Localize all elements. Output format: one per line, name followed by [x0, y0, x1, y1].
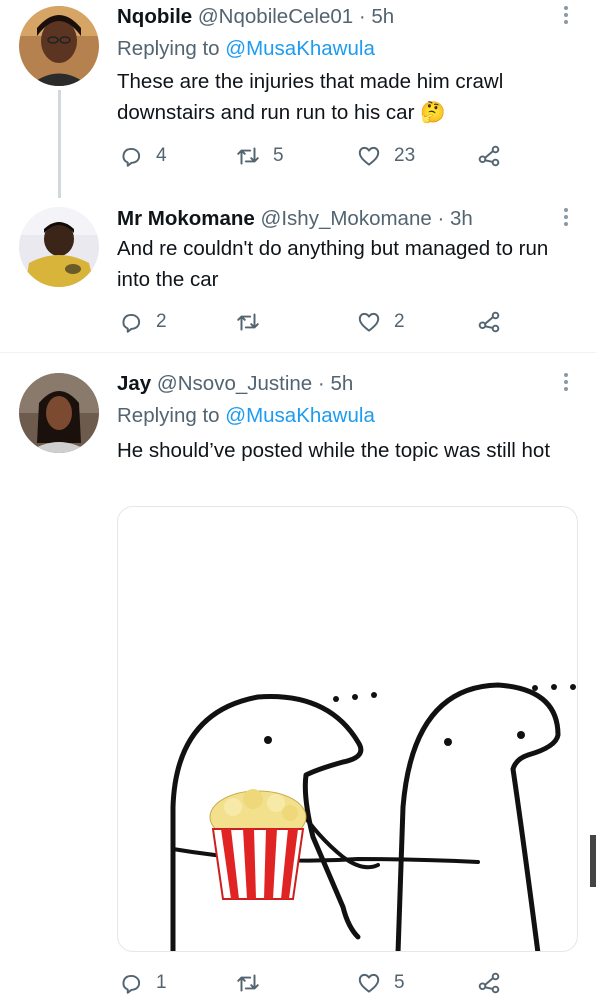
like-count: 23	[394, 145, 416, 166]
display-name[interactable]: Mr Mokomane	[117, 207, 255, 230]
scrollbar[interactable]	[590, 835, 596, 887]
share-button[interactable]	[476, 970, 502, 996]
user-handle[interactable]: @Nsovo_Justine	[157, 372, 312, 395]
reply-count: 4	[156, 145, 167, 166]
reply-button[interactable]: 4	[118, 143, 167, 169]
reply-count: 1	[156, 972, 167, 993]
reply-icon	[122, 147, 141, 167]
like-count: 2	[394, 311, 405, 332]
timestamp[interactable]: 5h	[330, 372, 353, 395]
heart-icon	[358, 146, 380, 166]
like-button[interactable]: 2	[356, 309, 405, 335]
replying-to-label: Replying to	[117, 404, 220, 427]
tweet-header: Nqobile @NqobileCele01 · 5h	[117, 5, 394, 29]
share-button[interactable]	[476, 143, 502, 169]
avatar[interactable]	[19, 6, 99, 86]
display-name[interactable]: Jay	[117, 372, 151, 395]
tweet-text: These are the injuries that made him cra…	[117, 70, 504, 124]
avatar[interactable]	[19, 207, 99, 287]
replying-to-label: Replying to	[117, 37, 220, 60]
reply-button[interactable]: 1	[118, 970, 167, 996]
retweet-icon	[237, 974, 259, 992]
tweet-text: And re couldn't do anything but managed …	[117, 237, 549, 291]
tweet-header: Jay @Nsovo_Justine · 5h	[117, 372, 353, 396]
share-icon	[478, 145, 500, 167]
timestamp[interactable]: 3h	[450, 207, 473, 230]
reply-icon	[122, 974, 141, 994]
separator-dot: ·	[437, 207, 445, 230]
tweet-mr-mokomane[interactable]: Mr Mokomane @Ishy_Mokomane · 3h And re c…	[0, 195, 596, 352]
user-handle[interactable]: @Ishy_Mokomane	[261, 207, 432, 230]
reply-count: 2	[156, 311, 167, 332]
like-count: 5	[394, 972, 405, 993]
share-icon	[478, 972, 500, 994]
like-button[interactable]: 5	[356, 970, 405, 996]
retweet-icon	[237, 313, 259, 331]
more-icon[interactable]	[559, 371, 573, 393]
share-icon	[478, 311, 500, 333]
more-icon[interactable]	[559, 4, 573, 26]
replying-to: Replying to @MusaKhawula	[117, 404, 375, 428]
tweet-header: Mr Mokomane @Ishy_Mokomane · 3h	[117, 207, 473, 231]
mention-link[interactable]: @MusaKhawula	[225, 404, 375, 427]
retweet-icon	[237, 147, 259, 165]
retweet-button[interactable]	[235, 309, 273, 335]
retweet-button[interactable]	[235, 970, 273, 996]
share-button[interactable]	[476, 309, 502, 335]
retweet-button[interactable]: 5	[235, 143, 284, 169]
more-icon[interactable]	[559, 206, 573, 228]
like-button[interactable]: 23	[356, 143, 415, 169]
heart-icon	[358, 312, 380, 332]
user-handle[interactable]: @NqobileCele01	[198, 5, 353, 28]
meme-drawing	[170, 682, 576, 951]
thread-line	[58, 90, 61, 198]
retweet-count: 5	[273, 145, 284, 166]
heart-icon	[358, 973, 380, 993]
separator-dot: ·	[317, 372, 325, 395]
separator-dot: ·	[358, 5, 366, 28]
popcorn-icon	[209, 789, 307, 900]
reply-icon	[122, 313, 141, 333]
tweet-media-image[interactable]	[117, 506, 578, 952]
tweet-text: He should’ve posted while the topic was …	[117, 439, 551, 462]
tweet-nqobile[interactable]: Nqobile @NqobileCele01 · 5h Replying to …	[0, 0, 596, 198]
reply-button[interactable]: 2	[118, 309, 167, 335]
replying-to: Replying to @MusaKhawula	[117, 37, 375, 61]
display-name[interactable]: Nqobile	[117, 5, 192, 28]
mention-link[interactable]: @MusaKhawula	[225, 37, 375, 60]
avatar[interactable]	[19, 373, 99, 453]
timestamp[interactable]: 5h	[371, 5, 394, 28]
